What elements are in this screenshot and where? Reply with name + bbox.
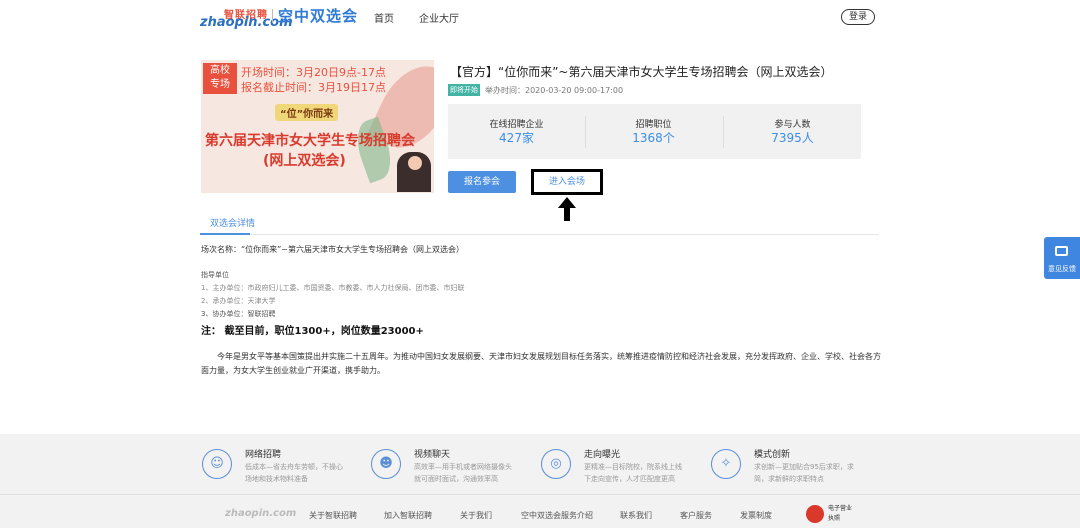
event-banner[interactable]: 高校 专场 开场时间：3月20日9点-17点 报名截止时间：3月19日17点 “…: [201, 60, 434, 193]
status-badge: 即将开始: [448, 84, 480, 96]
footer-link[interactable]: 客户服务: [680, 510, 712, 521]
zhaopin-logo[interactable]: 智联招聘 zhaopin.com: [200, 6, 293, 30]
login-button[interactable]: 登录: [841, 9, 875, 25]
enter-venue-button[interactable]: 进入会场: [531, 169, 603, 195]
stat-companies: 在线招聘企业 427家: [448, 104, 585, 159]
emblem-icon: [806, 505, 824, 523]
banner-deadline: 报名截止时间：3月19日17点: [241, 81, 386, 94]
banner-campus-tag: 高校 专场: [203, 63, 237, 94]
organizer-line: 2、承办单位：天津大学: [201, 297, 276, 305]
feature-desc: 求创新—更加贴合95后求职，求简，求新鲜的求职特点: [754, 463, 854, 483]
message-icon: [1055, 246, 1068, 256]
feature-desc: 更精准—目标院校，院系线上线下走向宣传，人才匹配度更高: [584, 463, 682, 483]
target-icon: ◎: [541, 449, 571, 479]
stat-positions: 招聘职位 1368个: [585, 104, 722, 159]
tab-active-indicator: [200, 233, 250, 235]
nav-company-hall[interactable]: 企业大厅: [419, 10, 459, 25]
feature-desc: 低成本—省去舟车劳顿，不操心场地和技术物料准备: [245, 463, 343, 483]
badge-line1: 电子营业: [828, 505, 853, 512]
feature-title: 模式创新: [754, 450, 791, 460]
footer-divider: [0, 494, 1080, 495]
event-time: 举办时间：2020-03-20 09:00-17:00: [485, 86, 624, 95]
position-note: 注： 截至目前，职位1300+，岗位数量23000+: [201, 326, 424, 337]
banner-open-time: 开场时间：3月20日9点-17点: [241, 66, 386, 79]
stat-value: 7395人: [771, 131, 814, 145]
signup-button[interactable]: 报名参会: [448, 171, 516, 193]
footer-link[interactable]: 关于智联招聘: [309, 510, 357, 521]
footer-link[interactable]: 发票制度: [740, 510, 772, 521]
banner-tag-line1: 高校: [210, 65, 230, 76]
business-license-badge[interactable]: 电子营业 执照: [806, 503, 856, 525]
badge-text: 电子营业 执照: [828, 504, 852, 524]
logo-divider: [272, 9, 273, 23]
badge-line2: 执照: [828, 515, 841, 522]
organizer-line: 1、主办单位：市政府妇儿工委、市国资委、市教委、市人力社保局、团市委、市妇联: [201, 284, 465, 292]
footer-logo[interactable]: zhaopin.com: [225, 508, 296, 519]
stat-participants: 参与人数 7395人: [724, 104, 861, 159]
banner-title-line1: 第六届天津市女大学生专场招聘会: [205, 133, 415, 149]
banner-title-line2: (网上双选会): [263, 153, 346, 169]
organizer-line: 3、协办单位：智联招聘: [201, 310, 276, 318]
enter-venue-label: 进入会场: [548, 177, 585, 187]
footer-link[interactable]: 关于我们: [460, 510, 492, 521]
nav-home[interactable]: 首页: [374, 10, 394, 25]
footer-link[interactable]: 联系我们: [620, 510, 652, 521]
tab-details[interactable]: 双选会详情: [210, 216, 255, 229]
feature-desc: 高效率—用手机或者网络摄像头就可面时面试，沟通效率高: [414, 463, 512, 483]
bulb-icon: ✧: [711, 449, 741, 479]
intro-paragraph: 今年是男女平等基本国策提出并实施二十五周年。为推动中国妇女发展纲要、天津市妇女发…: [201, 352, 881, 375]
brand-title[interactable]: 空中双选会: [278, 5, 358, 26]
tab-bar-divider: [200, 234, 879, 235]
feedback-button[interactable]: 意见反馈: [1044, 237, 1080, 279]
stat-value: 1368个: [632, 131, 675, 145]
session-name: 场次名称：“位你而来”~第六届天津市女大学生专场招聘会（网上双选会）: [201, 245, 464, 254]
feature-title: 走向曝光: [584, 450, 621, 460]
feature-title: 网络招聘: [245, 450, 282, 460]
footer-link[interactable]: 加入智联招聘: [384, 510, 432, 521]
feature-title: 视频聊天: [414, 450, 451, 460]
banner-slogan: “位”你而来: [275, 104, 339, 121]
chat-icon: ☻: [371, 449, 401, 479]
footer-link[interactable]: 空中双选会服务介绍: [521, 510, 593, 521]
event-title: 【官方】“位你而来”~第六届天津市女大学生专场招聘会（网上双选会）: [450, 65, 833, 79]
graduate-face: [408, 156, 422, 170]
id-card-icon: ☺: [202, 449, 232, 479]
banner-tag-line2: 专场: [210, 79, 230, 90]
stat-value: 427家: [499, 131, 534, 145]
event-stats: 在线招聘企业 427家 招聘职位 1368个 参与人数 7395人: [448, 104, 861, 159]
arrow-up-icon: [558, 197, 576, 221]
guide-heading: 指导单位: [201, 271, 229, 279]
feedback-label: 意见反馈: [1048, 265, 1076, 273]
